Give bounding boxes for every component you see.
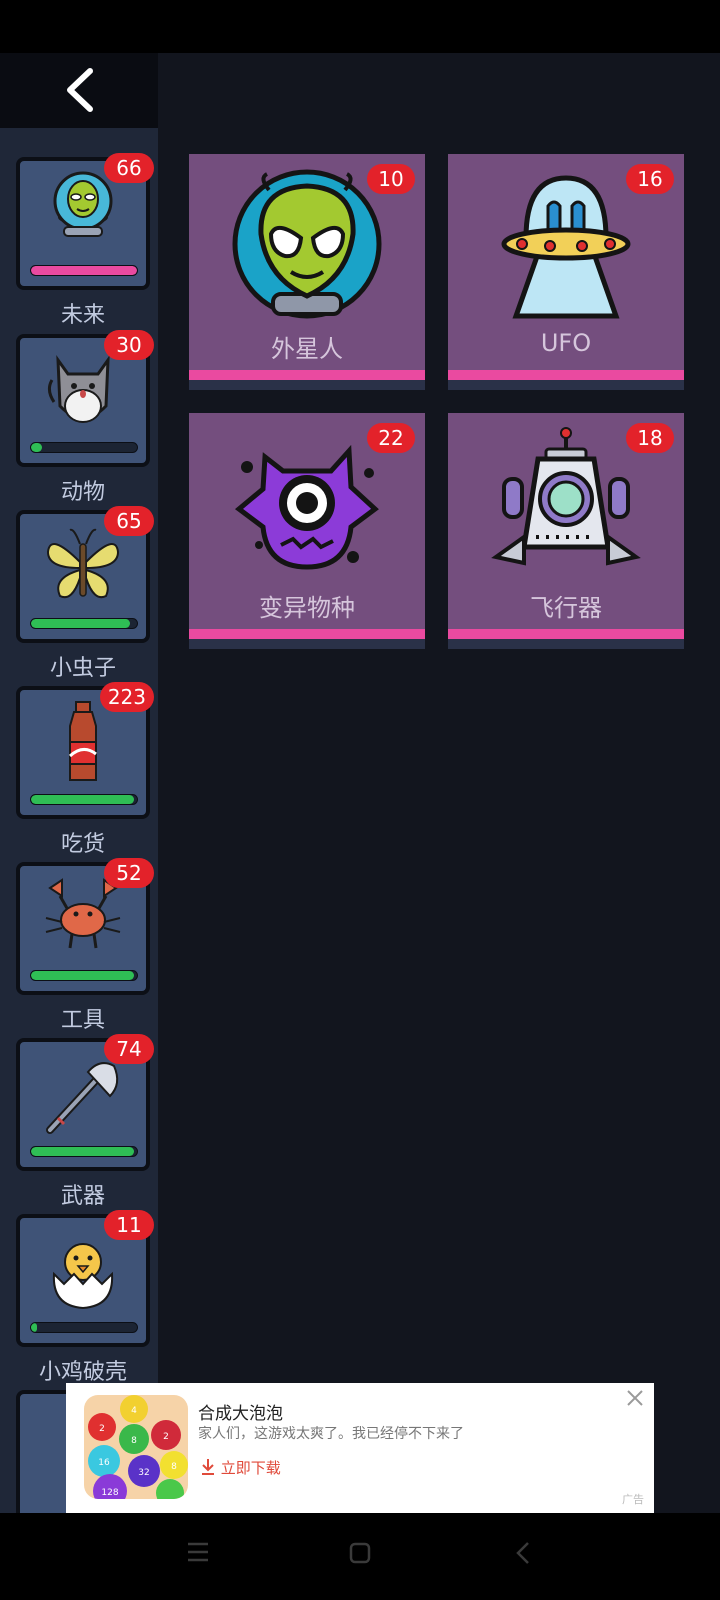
ad-game-thumbnail[interactable]: 4 2 8 2 16 32 8 128 bbox=[84, 1395, 188, 1499]
progress-strip bbox=[189, 370, 425, 380]
progress-bar bbox=[30, 265, 138, 276]
item-card-mutant[interactable]: 22 变异物种 bbox=[189, 413, 425, 649]
progress-fill bbox=[31, 443, 42, 452]
progress-bar bbox=[30, 618, 138, 629]
progress-fill bbox=[31, 266, 137, 275]
progress-bar bbox=[30, 1146, 138, 1157]
card-base bbox=[189, 380, 425, 390]
home-icon[interactable] bbox=[348, 1541, 372, 1565]
cat-icon bbox=[47, 355, 110, 423]
category-label: 武器 bbox=[60, 1184, 105, 1209]
ad-download-button[interactable]: 立即下载 bbox=[200, 1457, 281, 1478]
item-label: 变异物种 bbox=[259, 594, 355, 622]
app-screen: 66 未来 30 动物 65 小虫子 223 吃货 52 工具 74 武器 11… bbox=[0, 53, 720, 1513]
category-weapons[interactable]: 74 武器 bbox=[16, 1034, 154, 1218]
category-foodie[interactable]: 223 吃货 bbox=[16, 682, 154, 866]
count-badge: 16 bbox=[626, 164, 674, 194]
ball-number: 8 bbox=[171, 1462, 177, 1472]
category-future[interactable]: 66 未来 bbox=[16, 153, 154, 337]
back-arrow-icon[interactable] bbox=[60, 67, 100, 113]
progress-strip bbox=[448, 370, 684, 380]
download-icon bbox=[202, 1459, 214, 1475]
progress-strip bbox=[189, 629, 425, 639]
ball-number: 2 bbox=[163, 1432, 169, 1442]
count-badge: 30 bbox=[104, 330, 154, 360]
status-bar bbox=[0, 0, 720, 53]
count-badge: 10 bbox=[367, 164, 415, 194]
alien-globe-icon bbox=[53, 171, 113, 237]
progress-fill bbox=[31, 619, 130, 628]
category-label: 小鸡破壳 bbox=[38, 1360, 127, 1385]
back-nav-icon[interactable] bbox=[514, 1541, 532, 1565]
progress-bar bbox=[30, 970, 138, 981]
category-chick[interactable]: 11 小鸡破壳 bbox=[16, 1210, 154, 1394]
progress-fill bbox=[31, 971, 134, 980]
category-label: 工具 bbox=[60, 1008, 105, 1033]
bubble-balls-icon: 4 2 8 2 16 32 8 128 bbox=[88, 1395, 188, 1499]
progress-bar bbox=[30, 442, 138, 453]
item-label: UFO bbox=[540, 329, 592, 357]
count-badge: 11 bbox=[104, 1210, 154, 1240]
category-label: 吃货 bbox=[60, 832, 105, 857]
card-base bbox=[189, 639, 425, 649]
category-label: 未来 bbox=[60, 303, 105, 328]
ad-banner[interactable]: 4 2 8 2 16 32 8 128 合成大泡泡 家人们，这游戏太爽了。我已经… bbox=[66, 1383, 654, 1513]
count-badge: 18 bbox=[626, 423, 674, 453]
item-card-ufo[interactable]: 16 UFO bbox=[448, 154, 684, 390]
count-badge: 223 bbox=[99, 682, 154, 712]
item-card-spaceship[interactable]: 18 飞行器 bbox=[448, 413, 684, 649]
count-badge: 65 bbox=[104, 506, 154, 536]
progress-bar bbox=[30, 1322, 138, 1333]
item-label: 飞行器 bbox=[530, 594, 602, 622]
system-nav-bar bbox=[0, 1513, 720, 1600]
butterfly-icon bbox=[46, 528, 120, 599]
item-label: 外星人 bbox=[271, 335, 343, 363]
ufo-icon bbox=[501, 175, 631, 319]
category-bugs[interactable]: 65 小虫子 bbox=[16, 506, 154, 690]
ad-title[interactable]: 合成大泡泡 bbox=[198, 1399, 283, 1424]
menu-icon[interactable] bbox=[186, 1541, 210, 1563]
spaceship-icon bbox=[491, 427, 641, 566]
progress-strip bbox=[448, 629, 684, 639]
alien-icon bbox=[232, 169, 382, 319]
mutant-monster-icon bbox=[234, 444, 379, 570]
card-base bbox=[448, 639, 684, 649]
count-badge: 52 bbox=[104, 858, 154, 888]
ad-download-label: 立即下载 bbox=[220, 1459, 281, 1477]
progress-fill bbox=[31, 795, 134, 804]
category-label: 动物 bbox=[60, 480, 105, 505]
count-badge: 66 bbox=[104, 153, 154, 183]
progress-fill bbox=[31, 1147, 134, 1156]
ball-number: 32 bbox=[138, 1468, 149, 1478]
item-card-alien[interactable]: 10 外星人 bbox=[189, 154, 425, 390]
ball-number: 128 bbox=[101, 1488, 118, 1498]
ad-description: 家人们，这游戏太爽了。我已经停不下来了 bbox=[198, 1426, 464, 1442]
card-base bbox=[448, 380, 684, 390]
axe-icon bbox=[46, 1062, 119, 1134]
category-label: 小虫子 bbox=[49, 656, 116, 681]
ball-number: 4 bbox=[131, 1406, 137, 1416]
back-bar bbox=[0, 53, 158, 128]
ad-tag: 广告 bbox=[622, 1493, 644, 1506]
category-tools[interactable]: 52 工具 bbox=[16, 858, 154, 1042]
progress-bar bbox=[30, 794, 138, 805]
chick-egg-icon bbox=[52, 1243, 114, 1310]
ball-number: 2 bbox=[99, 1424, 105, 1434]
progress-fill bbox=[31, 1323, 38, 1332]
count-badge: 22 bbox=[367, 423, 415, 453]
category-animal[interactable]: 30 动物 bbox=[16, 330, 154, 514]
close-icon[interactable] bbox=[624, 1387, 646, 1409]
count-badge: 74 bbox=[104, 1034, 154, 1064]
ball-number: 8 bbox=[131, 1436, 137, 1446]
category-sidebar[interactable]: 66 未来 30 动物 65 小虫子 223 吃货 52 工具 74 武器 11… bbox=[0, 53, 158, 1513]
crab-icon bbox=[45, 878, 121, 949]
ball-number: 16 bbox=[98, 1458, 110, 1468]
